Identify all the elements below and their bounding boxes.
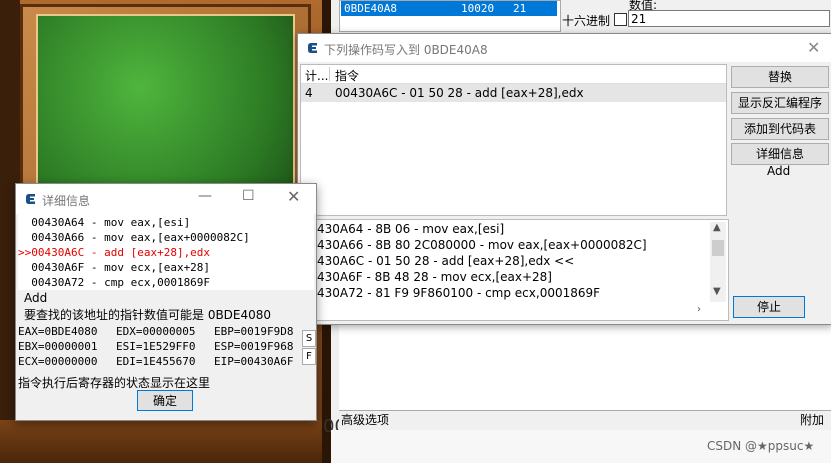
maximize-icon[interactable]: ☐ <box>242 188 255 204</box>
close-icon[interactable]: ✕ <box>287 187 300 206</box>
address-col3: 21 <box>513 2 527 15</box>
value-input[interactable]: 21 <box>628 10 830 27</box>
register-eip[interactable]: EIP=00430A6F <box>214 355 293 368</box>
flag-toggle-f[interactable]: F <box>302 348 316 365</box>
scroll-down-icon[interactable]: ▼ <box>713 286 721 297</box>
code-line-current: >>00430A6C - add [eax+28],edx <box>18 246 211 259</box>
opcode-add-label: Add <box>767 164 791 178</box>
address-cell: 0BDE40A8 <box>344 2 397 15</box>
opcode-window-title: 下列操作码写入到 0BDE40A8 <box>324 43 488 57</box>
opcode-list[interactable]: 计... 指令 4 00430A6C - 01 50 28 - add [eax… <box>300 64 727 216</box>
register-ebx[interactable]: EBX=00000001 <box>18 340 97 353</box>
register-esi[interactable]: ESI=1E529FF0 <box>116 340 195 353</box>
main-lower-panel <box>339 318 831 415</box>
advanced-options-bar <box>339 410 831 431</box>
close-icon[interactable]: ✕ <box>807 38 820 57</box>
stop-button[interactable]: 停止 <box>733 296 805 318</box>
code-line: 00430A64 - mov eax,[esi] <box>18 216 191 229</box>
code-line: 00430A66 - mov eax,[eax+0000082C] <box>18 231 250 244</box>
details-add-label: Add <box>24 291 48 305</box>
register-edx[interactable]: EDX=00000005 <box>116 325 195 338</box>
register-esp[interactable]: ESP=0019F968 <box>214 340 293 353</box>
register-ebp[interactable]: EBP=0019F9D8 <box>214 325 293 338</box>
hex-label: 十六进制 <box>562 14 611 28</box>
disasm-line: 430A72 - 81 F9 9F860100 - cmp ecx,000186… <box>317 286 601 300</box>
opcode-row[interactable]: 4 00430A6C - 01 50 28 - add [eax+28],edx <box>301 84 726 102</box>
register-eax[interactable]: EAX=0BDE4080 <box>18 325 97 338</box>
register-edi[interactable]: EDI=1E455670 <box>116 355 195 368</box>
show-disassembler-button[interactable]: 显示反汇编程序 <box>731 92 829 114</box>
register-ecx[interactable]: ECX=00000000 <box>18 355 97 368</box>
watermark-text: CSDN @★ppsuc★ <box>707 439 815 453</box>
add-to-codelist-button[interactable]: 添加到代码表 <box>731 118 829 140</box>
replace-button[interactable]: 替换 <box>731 66 829 88</box>
code-listing: 00430A64 - mov eax,[esi] 00430A66 - mov … <box>18 214 314 290</box>
game-bottom-panel <box>0 420 331 463</box>
cheat-engine-icon <box>26 194 35 204</box>
status-text: 指令执行后寄存器的状态显示在这里 <box>18 376 211 390</box>
column-header-count[interactable]: 计... <box>305 67 328 84</box>
address-row-selected[interactable]: 0BDE40A8 10020 21 <box>341 1 557 16</box>
opcode-window-titlebar[interactable]: 下列操作码写入到 0BDE40A8 ✕ <box>298 34 831 62</box>
hex-checkbox[interactable] <box>614 13 627 26</box>
minimize-icon[interactable]: — <box>198 188 212 204</box>
disasm-line: 430A6F - 8B 48 28 - mov ecx,[eax+28] <box>317 270 552 284</box>
more-info-button[interactable]: 详细信息 <box>731 143 829 165</box>
column-header-instruction[interactable]: 指令 <box>335 67 359 84</box>
game-board <box>36 14 295 198</box>
scroll-right-icon[interactable]: › <box>697 304 701 315</box>
flag-toggle-s[interactable]: S <box>302 330 316 347</box>
ok-button[interactable]: 确定 <box>137 390 193 411</box>
details-window: 详细信息 — ☐ ✕ 00430A64 - mov eax,[esi] 0043… <box>15 183 317 421</box>
opcode-row-instruction: 00430A6C - 01 50 28 - add [eax+28],edx <box>335 86 584 100</box>
advanced-options-link[interactable]: 高级选项 <box>341 411 389 428</box>
disasm-line: 430A6C - 01 50 28 - add [eax+28],edx << <box>317 254 575 268</box>
opcode-row-count: 4 <box>305 86 313 100</box>
code-line: 00430A6F - mov ecx,[eax+28] <box>18 261 211 274</box>
disasm-line: 430A64 - 8B 06 - mov eax,[esi] <box>317 222 505 236</box>
disasm-line: 430A66 - 8B 80 2C080000 - mov eax,[eax+0… <box>317 238 647 252</box>
disassembly-panel[interactable]: 430A64 - 8B 06 - mov eax,[esi] 430A66 - … <box>300 219 729 321</box>
opcode-writers-window: 下列操作码写入到 0BDE40A8 ✕ 计... 指令 4 00430A6C -… <box>297 33 831 325</box>
details-window-titlebar[interactable]: 详细信息 — ☐ ✕ <box>16 184 316 214</box>
address-col2: 10020 <box>461 2 495 15</box>
column-divider[interactable] <box>329 67 330 81</box>
code-line: 00430A72 - cmp ecx,0001869F <box>18 276 211 289</box>
scroll-up-icon[interactable]: ▲ <box>713 222 721 233</box>
cheat-engine-icon <box>308 43 317 53</box>
scrollbar-thumb[interactable] <box>712 240 724 256</box>
details-window-title: 详细信息 <box>42 194 91 208</box>
opcode-list-header: 计... 指令 <box>301 65 726 84</box>
pointer-info-text: 要查找的该地址的指针数值可能是 0BDE4080 <box>24 308 272 322</box>
